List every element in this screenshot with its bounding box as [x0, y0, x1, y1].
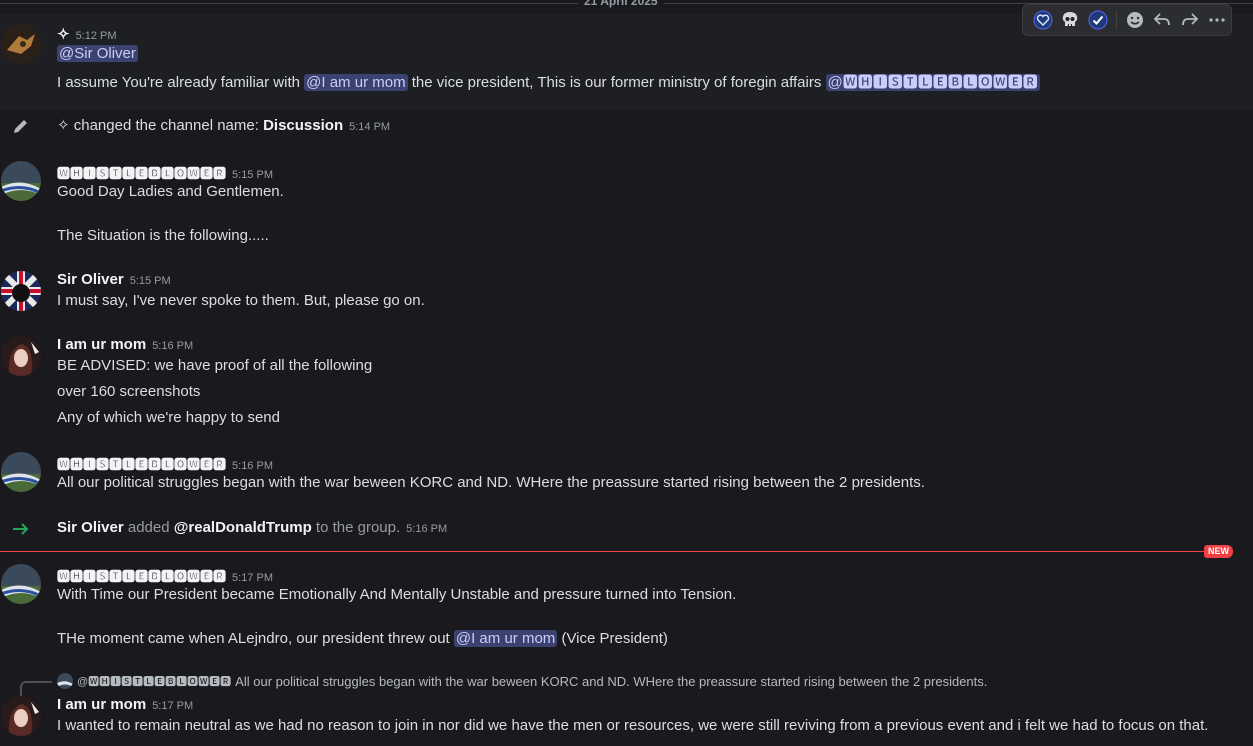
message-text: I must say, I've never spoke to them. Bu… [57, 292, 425, 309]
system-actor[interactable]: ✧ [57, 117, 70, 134]
message-text: The Situation is the following..... [57, 227, 269, 244]
message-content: @Sir Oliver [57, 45, 138, 62]
check-reaction-icon[interactable] [1084, 6, 1112, 34]
message-timestamp: 5:16 PM [406, 523, 448, 535]
message-text: THe moment came when ALejndro, our presi… [57, 630, 450, 647]
toolbar-separator [1115, 11, 1117, 29]
message-timestamp: 5:16 PM [232, 460, 273, 472]
system-action-text: to the group. [315, 519, 401, 536]
message-author[interactable]: 🆆🅷🅸🆂🆃🅻🅴🅱🅻🅾🆆🅴🆁 5:16 PM [57, 454, 273, 473]
added-member[interactable]: @realDonaldTrump [174, 519, 312, 536]
message-author[interactable]: I am ur mom 5:16 PM [57, 336, 193, 353]
message-author[interactable]: ✧ 5:12 PM [57, 25, 117, 43]
arrow-right-icon [12, 520, 30, 538]
date-divider-label: 21 April 2025 [578, 0, 664, 8]
author-name[interactable]: 🆆🅷🅸🆂🆃🅻🅴🅱🅻🅾🆆🅴🆁 [57, 457, 226, 472]
message-timestamp: 5:15 PM [232, 169, 273, 181]
author-name[interactable]: I am ur mom [57, 336, 146, 353]
new-divider-line [0, 551, 1217, 552]
forward-icon[interactable] [1176, 6, 1204, 34]
author-name[interactable]: I am ur mom [57, 696, 146, 713]
user-mention[interactable]: @🆆🅷🅸🆂🆃🅻🅴🅱🅻🅾🆆🅴🆁 [825, 74, 1040, 91]
message-timestamp: 5:17 PM [152, 700, 194, 712]
add-reaction-icon[interactable] [1121, 6, 1149, 34]
message-content: THe moment came when ALejndro, our presi… [57, 630, 668, 647]
author-name[interactable]: 🆆🅷🅸🆂🆃🅻🅴🅱🅻🅾🆆🅴🆁 [57, 569, 226, 584]
message-timestamp: 5:14 PM [349, 121, 391, 133]
message-author[interactable]: 🆆🅷🅸🆂🆃🅻🅴🅱🅻🅾🆆🅴🆁 5:15 PM [57, 163, 273, 182]
message-text: over 160 screenshots [57, 383, 201, 400]
reply-preview-text: All our political struggles began with t… [235, 673, 988, 689]
message-author[interactable]: Sir Oliver 5:15 PM [57, 271, 171, 288]
message-timestamp: 5:15 PM [129, 275, 171, 287]
user-mention[interactable]: @I am ur mom [453, 630, 558, 647]
system-action-text: added [127, 519, 170, 536]
message-text: All our political struggles began with t… [57, 474, 925, 491]
message-text: Good Day Ladies and Gentlemen. [57, 183, 284, 200]
avatar[interactable] [1, 336, 41, 376]
system-action-text: changed the channel name: [73, 117, 259, 134]
reply-avatar [57, 673, 73, 689]
skull-reaction-icon[interactable] [1057, 6, 1085, 34]
avatar[interactable] [1, 271, 41, 311]
reply-author[interactable]: @🆆🅷🅸🆂🆃🅻🅴🅱🅻🅾🆆🅴🆁 [77, 673, 231, 689]
message-text: Any of which we're happy to send [57, 409, 280, 426]
more-icon[interactable] [1203, 6, 1231, 34]
heart-reaction-icon[interactable] [1029, 6, 1057, 34]
avatar[interactable] [1, 161, 41, 201]
system-actor[interactable]: Sir Oliver [57, 519, 124, 536]
avatar[interactable] [1, 696, 41, 736]
message-author[interactable]: 🆆🅷🅸🆂🆃🅻🅴🅱🅻🅾🆆🅴🆁 5:17 PM [57, 566, 273, 585]
message-text: (Vice President) [561, 630, 668, 647]
avatar[interactable] [1, 452, 41, 492]
author-name[interactable]: Sir Oliver [57, 271, 124, 288]
new-messages-divider: NEW [0, 545, 1253, 558]
author-name[interactable]: 🆆🅷🅸🆂🆃🅻🅴🅱🅻🅾🆆🅴🆁 [57, 166, 226, 181]
reply-reference[interactable]: @🆆🅷🅸🆂🆃🅻🅴🅱🅻🅾🆆🅴🆁 All our political struggl… [57, 673, 987, 689]
message-text: BE ADVISED: we have proof of all the fol… [57, 357, 373, 374]
message-text: the vice president, This is our former m… [411, 74, 822, 91]
message-timestamp: 5:16 PM [152, 340, 194, 352]
system-message-rename: ✧ changed the channel name: Discussion 5:… [57, 116, 390, 134]
avatar[interactable] [1, 564, 41, 604]
author-name[interactable]: ✧ [57, 26, 70, 43]
system-message-member-added: Sir Oliver added @realDonaldTrump to the… [57, 519, 447, 536]
message-timestamp: 5:17 PM [232, 572, 273, 584]
user-mention[interactable]: @Sir Oliver [57, 45, 138, 62]
avatar[interactable] [1, 24, 41, 64]
reply-icon[interactable] [1148, 6, 1176, 34]
message-author[interactable]: I am ur mom 5:17 PM [57, 696, 193, 713]
message-content: I assume You're already familiar with @I… [57, 71, 1040, 92]
message-timestamp: 5:12 PM [75, 30, 117, 42]
pencil-icon [12, 117, 30, 135]
message-text: I wanted to remain neutral as we had no … [57, 717, 1209, 734]
reply-spine [20, 681, 52, 697]
message-text: I assume You're already familiar with [57, 74, 300, 91]
new-badge: NEW [1204, 545, 1233, 558]
message-hover-toolbar [1022, 4, 1232, 36]
message-text: With Time our President became Emotional… [57, 586, 737, 603]
new-channel-name: Discussion [263, 117, 344, 134]
user-mention[interactable]: @I am ur mom [304, 74, 408, 91]
